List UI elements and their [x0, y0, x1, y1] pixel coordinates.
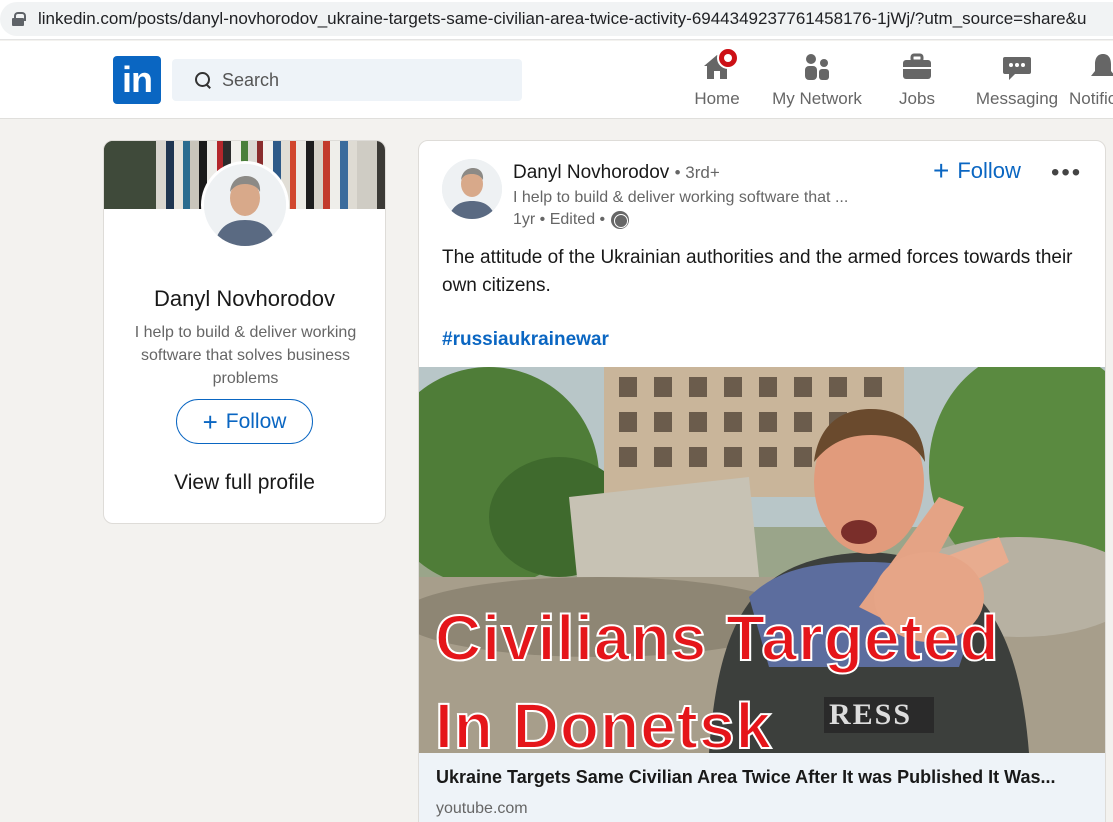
- search-input[interactable]: [222, 69, 502, 91]
- follow-label: Follow: [225, 409, 287, 433]
- view-full-profile-link[interactable]: View full profile: [104, 471, 385, 495]
- nav-label: Messaging: [975, 89, 1059, 108]
- follow-button[interactable]: + Follow: [933, 157, 1021, 185]
- more-options-icon[interactable]: •••: [1051, 159, 1082, 187]
- home-icon: [701, 47, 739, 83]
- nav-item-jobs[interactable]: Jobs: [893, 51, 941, 109]
- author-avatar[interactable]: [442, 159, 502, 219]
- messaging-icon: [1001, 51, 1033, 83]
- nav-label: My Network: [772, 89, 862, 108]
- hashtag-link[interactable]: #russiaukrainewar: [442, 329, 609, 351]
- link-source: youtube.com: [436, 800, 528, 817]
- author-name[interactable]: Danyl Novhorodov: [513, 162, 669, 183]
- author-headline: I help to build & deliver working softwa…: [513, 189, 849, 206]
- nav-item-my-network[interactable]: My Network: [770, 51, 864, 109]
- link-preview[interactable]: Ukraine Targets Same Civilian Area Twice…: [419, 753, 1105, 822]
- profile-headline: I help to build & deliver working softwa…: [134, 324, 357, 387]
- plus-icon: +: [202, 406, 218, 437]
- nav-label: Notific: [1069, 89, 1113, 108]
- globe-icon: [611, 211, 630, 229]
- post-time: 1yr • Edited •: [513, 211, 606, 228]
- post-meta: 1yr • Edited •: [513, 211, 630, 229]
- avatar[interactable]: [201, 161, 289, 249]
- feed-post: Danyl Novhorodov • 3rd+ I help to build …: [418, 140, 1106, 822]
- link-title[interactable]: Ukraine Targets Same Civilian Area Twice…: [436, 767, 1056, 788]
- nav-item-messaging[interactable]: Messaging: [975, 51, 1059, 109]
- post-video-thumbnail[interactable]: Civilians Targeted In Donetsk RESS: [419, 367, 1105, 753]
- connection-degree: • 3rd+: [674, 163, 720, 182]
- url-text[interactable]: linkedin.com/posts/danyl-novhorodov_ukra…: [38, 9, 1086, 29]
- nav-label: Jobs: [899, 89, 935, 108]
- lock-icon: [12, 12, 26, 26]
- network-icon: [801, 51, 833, 83]
- profile-name[interactable]: Danyl Novhorodov: [104, 286, 385, 312]
- post-text: The attitude of the Ukrainian authoritie…: [442, 247, 1073, 296]
- notification-badge: [717, 47, 739, 69]
- video-caption-line2: In Donetsk: [434, 689, 773, 753]
- search-box[interactable]: [172, 59, 522, 101]
- video-caption-line1: Civilians Targeted: [434, 601, 1000, 675]
- nav-label: Home: [694, 89, 740, 108]
- search-icon: [194, 71, 212, 89]
- press-vest-label: RESS: [829, 698, 913, 731]
- browser-address-bar[interactable]: linkedin.com/posts/danyl-novhorodov_ukra…: [0, 0, 1113, 40]
- nav-item-notifications[interactable]: Notific: [1069, 51, 1113, 109]
- post-author[interactable]: Danyl Novhorodov • 3rd+: [513, 162, 720, 184]
- top-navigation: in Home My Network: [0, 41, 1113, 119]
- follow-label: Follow: [957, 158, 1021, 183]
- nav-item-home[interactable]: Home: [692, 47, 742, 109]
- address-pill[interactable]: linkedin.com/posts/danyl-novhorodov_ukra…: [0, 2, 1113, 36]
- linkedin-logo[interactable]: in: [113, 56, 161, 104]
- plus-icon: +: [933, 155, 950, 186]
- bell-icon: [1087, 51, 1113, 83]
- follow-button[interactable]: + Follow: [176, 399, 313, 444]
- profile-card: Danyl Novhorodov I help to build & deliv…: [103, 140, 386, 524]
- briefcase-icon: [901, 51, 933, 83]
